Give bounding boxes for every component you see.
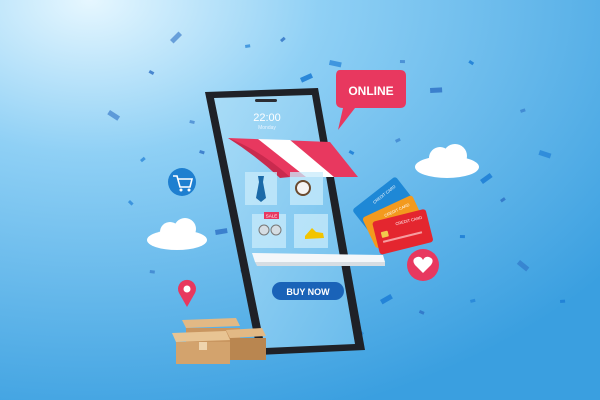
heart-icon (407, 249, 439, 281)
product-watch (290, 172, 323, 205)
confetti-piece (149, 270, 155, 274)
clock-day: Monday (258, 125, 276, 131)
phone-speaker (255, 99, 277, 102)
glasses-icon (258, 224, 270, 236)
product-sneaker (294, 214, 328, 248)
clock-time: 22:00 (253, 112, 281, 124)
shopping-cart-icon (168, 168, 196, 196)
sale-tag: SALE (266, 214, 278, 219)
confetti-piece (459, 235, 465, 239)
svg-text:BUY NOW[interactable]: BUY NOW (286, 287, 330, 297)
confetti-piece (399, 60, 405, 64)
confetti-piece (560, 299, 566, 303)
product-glasses: SALE (252, 212, 286, 248)
online-shopping-illustration: 22:00 Monday SALE BUY NOW ONLINE CREDIT … (0, 0, 600, 400)
buy-now-button[interactable]: BUY NOW (272, 282, 344, 300)
product-tie (245, 172, 277, 205)
confetti-piece (430, 87, 443, 93)
svg-text:ONLINE: ONLINE (348, 84, 393, 98)
